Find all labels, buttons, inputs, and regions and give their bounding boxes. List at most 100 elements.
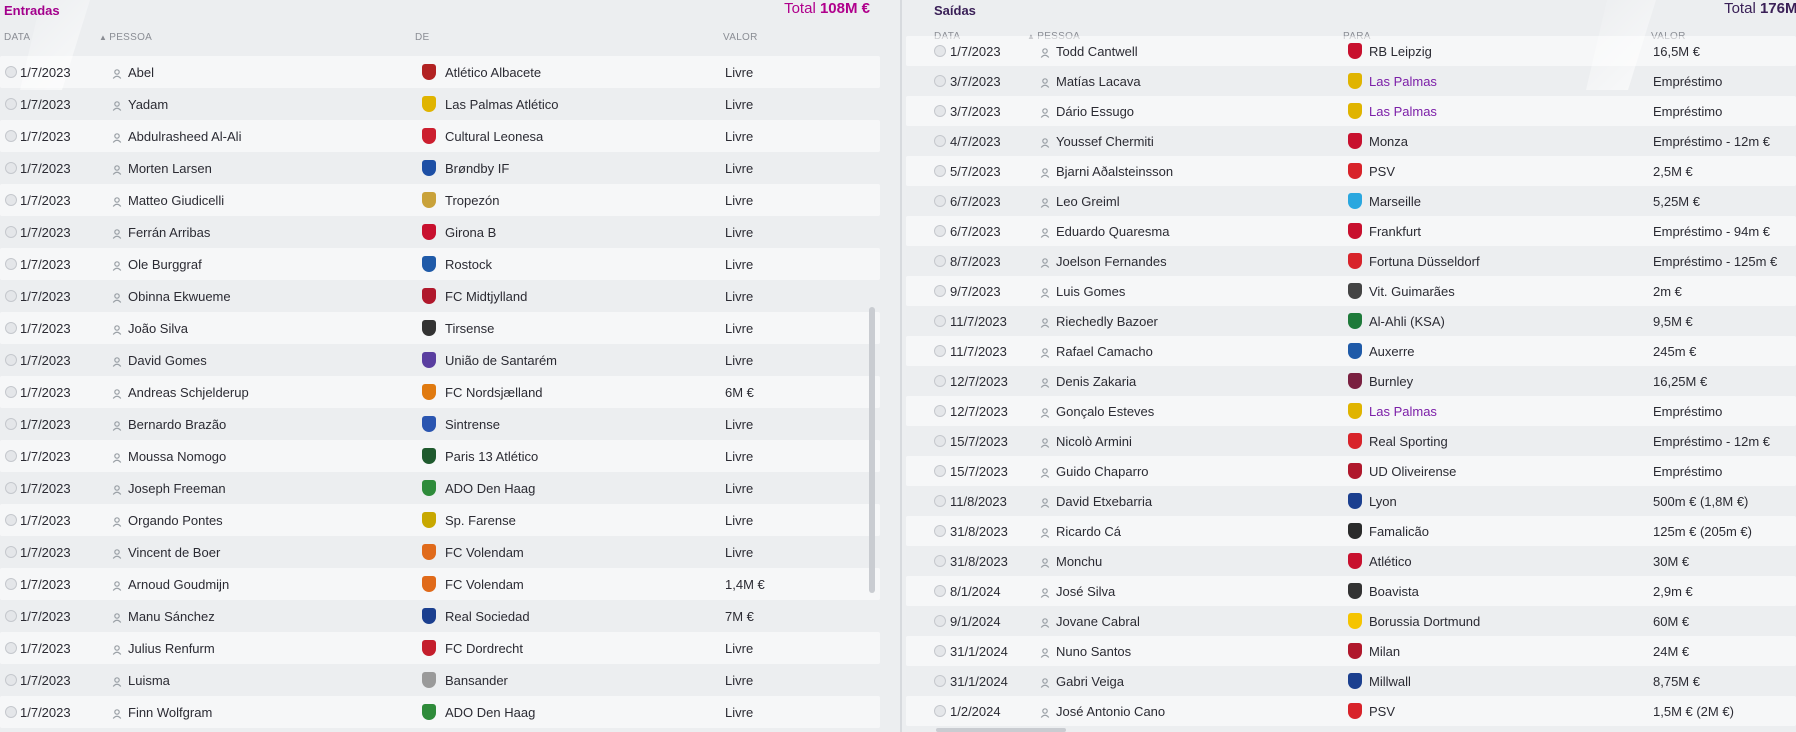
club-name[interactable]: Borussia Dortmund: [1369, 614, 1480, 629]
table-row[interactable]: 3/7/2023 Dário Essugo Las Palmas Empréstimo: [906, 96, 1796, 126]
player-name[interactable]: Abel: [128, 65, 154, 80]
club-name[interactable]: Brøndby IF: [445, 161, 509, 176]
player-name[interactable]: Andreas Schjelderup: [128, 385, 249, 400]
club-name[interactable]: Paris 13 Atlético: [445, 449, 538, 464]
club-name[interactable]: FC Nordsjælland: [445, 385, 543, 400]
player-name[interactable]: José Antonio Cano: [1056, 704, 1165, 719]
table-row[interactable]: 1/7/2023 Arnoud Goudmijn FC Volendam 1,4M €: [0, 568, 880, 600]
table-row[interactable]: 1/7/2023 Moussa Nomogo Paris 13 Atlético Li…: [0, 440, 880, 472]
club-name[interactable]: Auxerre: [1369, 344, 1415, 359]
club-name[interactable]: Millwall: [1369, 674, 1411, 689]
table-row[interactable]: 1/7/2023 Abel Atlético Albacete Livre: [0, 56, 880, 88]
club-name[interactable]: Burnley: [1369, 374, 1413, 389]
player-name[interactable]: Morten Larsen: [128, 161, 212, 176]
player-name[interactable]: Obinna Ekwueme: [128, 289, 231, 304]
club-name[interactable]: Boavista: [1369, 584, 1419, 599]
club-name[interactable]: Marseille: [1369, 194, 1421, 209]
player-name[interactable]: Manu Sánchez: [128, 609, 215, 624]
table-row[interactable]: 11/8/2023 David Etxebarria Lyon 500m € (1,8…: [906, 486, 1796, 516]
club-name[interactable]: Tirsense: [445, 321, 494, 336]
player-name[interactable]: Finn Wolfgram: [128, 705, 212, 720]
table-row[interactable]: 1/7/2023 Andreas Schjelderup FC Nordsjælla…: [0, 376, 880, 408]
club-name[interactable]: Famalicão: [1369, 524, 1429, 539]
player-name[interactable]: Leo Greiml: [1056, 194, 1120, 209]
player-name[interactable]: Bernardo Brazão: [128, 417, 226, 432]
club-name[interactable]: Vit. Guimarães: [1369, 284, 1455, 299]
table-row[interactable]: 31/1/2024 Gabri Veiga Millwall 8,75M €: [906, 666, 1796, 696]
player-name[interactable]: Vincent de Boer: [128, 545, 220, 560]
table-row[interactable]: 1/7/2023 Todd Cantwell RB Leipzig 16,5M €: [906, 36, 1796, 66]
player-name[interactable]: Arnoud Goudmijn: [128, 577, 229, 592]
table-row[interactable]: 1/7/2023 David Gomes União de Santarém Livr…: [0, 344, 880, 376]
table-row[interactable]: 8/7/2023 Joelson Fernandes Fortuna Düsseld…: [906, 246, 1796, 276]
table-row[interactable]: 1/7/2023 Bernardo Brazão Sintrense Livre: [0, 408, 880, 440]
club-name[interactable]: Al-Ahli (KSA): [1369, 314, 1445, 329]
club-name[interactable]: Frankfurt: [1369, 224, 1421, 239]
player-name[interactable]: Dário Essugo: [1056, 104, 1134, 119]
table-row[interactable]: 3/7/2023 Matías Lacava Las Palmas Empréstim…: [906, 66, 1796, 96]
player-name[interactable]: Nicolò Armini: [1056, 434, 1132, 449]
club-name[interactable]: ADO Den Haag: [445, 481, 535, 496]
club-name[interactable]: Rostock: [445, 257, 492, 272]
table-row[interactable]: 31/1/2024 Nuno Santos Milan 24M €: [906, 636, 1796, 666]
club-name[interactable]: Cultural Leonesa: [445, 129, 543, 144]
club-name[interactable]: Real Sporting: [1369, 434, 1448, 449]
player-name[interactable]: Luis Gomes: [1056, 284, 1125, 299]
table-row[interactable]: 5/7/2023 Bjarni Aðalsteinsson PSV 2,5M €: [906, 156, 1796, 186]
table-row[interactable]: 8/1/2024 José Silva Boavista 2,9m €: [906, 576, 1796, 606]
horizontal-scrollbar[interactable]: [936, 728, 1066, 732]
club-name[interactable]: Las Palmas: [1369, 74, 1437, 89]
player-name[interactable]: Rafael Camacho: [1056, 344, 1153, 359]
player-name[interactable]: Luisma: [128, 673, 170, 688]
player-name[interactable]: Matías Lacava: [1056, 74, 1141, 89]
club-name[interactable]: FC Volendam: [445, 545, 524, 560]
table-row[interactable]: 1/7/2023 Joseph Freeman ADO Den Haag Livre: [0, 472, 880, 504]
header-person[interactable]: ▲PESSOA: [99, 32, 152, 43]
table-row[interactable]: 12/7/2023 Denis Zakaria Burnley 16,25M €: [906, 366, 1796, 396]
club-name[interactable]: FC Midtjylland: [445, 289, 527, 304]
table-row[interactable]: 1/2/2024 José Antonio Cano PSV 1,5M € (2M €…: [906, 696, 1796, 726]
club-name[interactable]: PSV: [1369, 164, 1395, 179]
player-name[interactable]: Todd Cantwell: [1056, 44, 1138, 59]
player-name[interactable]: Joseph Freeman: [128, 481, 226, 496]
player-name[interactable]: José Silva: [1056, 584, 1115, 599]
player-name[interactable]: Bjarni Aðalsteinsson: [1056, 164, 1173, 179]
club-name[interactable]: RB Leipzig: [1369, 44, 1432, 59]
player-name[interactable]: Denis Zakaria: [1056, 374, 1136, 389]
player-name[interactable]: Gabri Veiga: [1056, 674, 1124, 689]
player-name[interactable]: Julius Renfurm: [128, 641, 215, 656]
table-row[interactable]: 15/7/2023 Guido Chaparro UD Oliveirense Emp…: [906, 456, 1796, 486]
table-row[interactable]: 1/7/2023 Matteo Giudicelli Tropezón Livre: [0, 184, 880, 216]
club-name[interactable]: Monza: [1369, 134, 1408, 149]
player-name[interactable]: Ferrán Arribas: [128, 225, 210, 240]
table-row[interactable]: 4/7/2023 Youssef Chermiti Monza Empréstimo …: [906, 126, 1796, 156]
club-name[interactable]: Fortuna Düsseldorf: [1369, 254, 1480, 269]
club-name[interactable]: Las Palmas: [1369, 404, 1437, 419]
table-row[interactable]: 1/7/2023 Luisma Bansander Livre: [0, 664, 880, 696]
player-name[interactable]: Youssef Chermiti: [1056, 134, 1154, 149]
club-name[interactable]: Atlético: [1369, 554, 1412, 569]
player-name[interactable]: Ricardo Cá: [1056, 524, 1121, 539]
player-name[interactable]: João Silva: [128, 321, 188, 336]
table-row[interactable]: 1/7/2023 Manu Sánchez Real Sociedad 7M €: [0, 600, 880, 632]
table-row[interactable]: 1/7/2023 Abdulrasheed Al-Ali Cultural Leon…: [0, 120, 880, 152]
header-date[interactable]: DATA: [4, 32, 30, 43]
player-name[interactable]: Nuno Santos: [1056, 644, 1131, 659]
table-row[interactable]: 1/7/2023 João Silva Tirsense Livre: [0, 312, 880, 344]
player-name[interactable]: Gonçalo Esteves: [1056, 404, 1154, 419]
club-name[interactable]: ADO Den Haag: [445, 705, 535, 720]
header-value[interactable]: VALOR: [723, 32, 758, 43]
table-row[interactable]: 1/7/2023 Ferrán Arribas Girona B Livre: [0, 216, 880, 248]
player-name[interactable]: Abdulrasheed Al-Ali: [128, 129, 241, 144]
club-name[interactable]: Milan: [1369, 644, 1400, 659]
table-row[interactable]: 11/7/2023 Rafael Camacho Auxerre 245m €: [906, 336, 1796, 366]
player-name[interactable]: Monchu: [1056, 554, 1102, 569]
player-name[interactable]: Guido Chaparro: [1056, 464, 1149, 479]
table-row[interactable]: 12/7/2023 Gonçalo Esteves Las Palmas Emprés…: [906, 396, 1796, 426]
club-name[interactable]: Las Palmas: [1369, 104, 1437, 119]
club-name[interactable]: Atlético Albacete: [445, 65, 541, 80]
table-row[interactable]: 9/1/2024 Jovane Cabral Borussia Dortmund 60…: [906, 606, 1796, 636]
club-name[interactable]: FC Volendam: [445, 577, 524, 592]
player-name[interactable]: David Gomes: [128, 353, 207, 368]
table-row[interactable]: 11/7/2023 Riechedly Bazoer Al-Ahli (KSA) 9,…: [906, 306, 1796, 336]
